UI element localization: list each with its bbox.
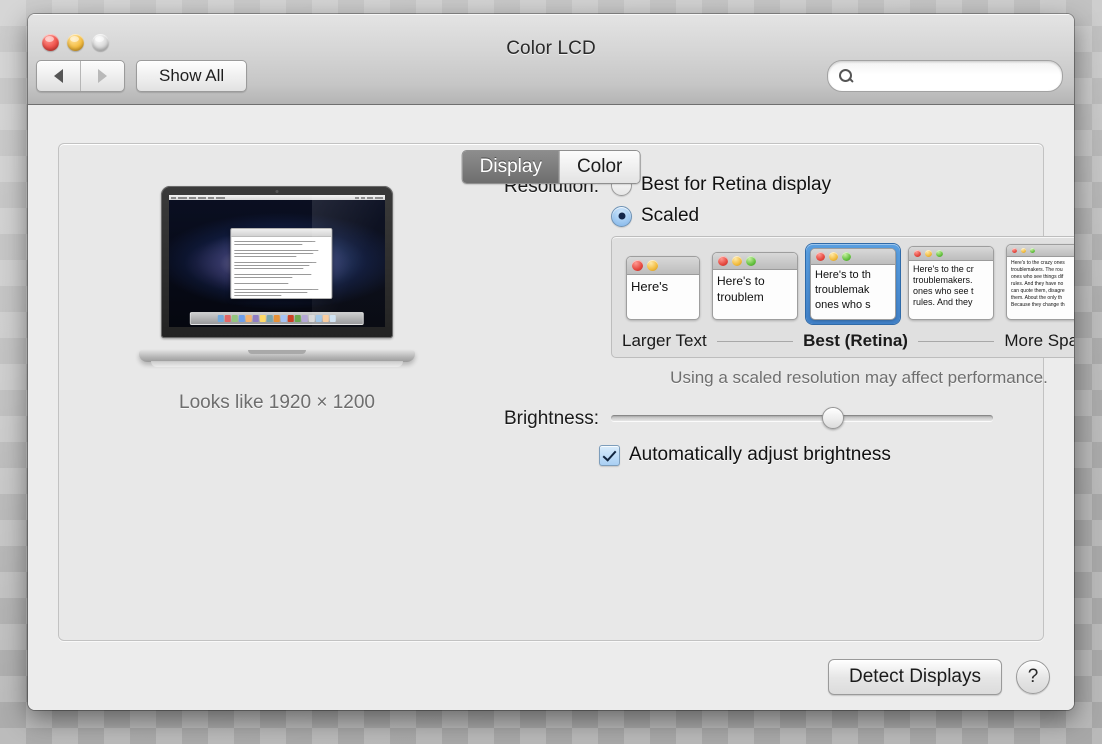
macbook-screen	[169, 195, 385, 327]
tab-display-label: Display	[479, 156, 542, 177]
search-input[interactable]	[860, 67, 1052, 85]
window-body: Display Color Looks like 1920 × 1200 Res…	[28, 105, 1074, 710]
preview-dock	[189, 312, 365, 325]
scale-thumbnail-list: Here's Here's to troublem Here's to th troub…	[622, 244, 1074, 324]
forward-button[interactable]	[80, 61, 124, 91]
camera-icon	[275, 190, 279, 193]
brightness-row: Brightness:	[459, 406, 1023, 430]
tab-color-label: Color	[576, 156, 623, 177]
scale-thumbnail-window: Here's to troublem	[712, 252, 798, 320]
display-preview: Looks like 1920 × 1200	[127, 186, 427, 414]
footer-actions: Detect Displays ?	[828, 659, 1050, 695]
traffic-light-dot	[647, 260, 658, 271]
auto-brightness-checkbox[interactable]	[599, 444, 620, 466]
scale-label-larger-text: Larger Text	[622, 331, 707, 350]
scale-thumbnail-text: Here's	[631, 279, 669, 294]
radio-icon-selected[interactable]	[611, 205, 632, 227]
scale-thumbnail-text: Here's to th troublemak ones who s	[815, 269, 871, 311]
scale-thumbnail-titlebar	[1007, 245, 1074, 257]
brightness-label: Brightness:	[503, 408, 599, 429]
search-icon	[839, 68, 854, 84]
scale-thumbnail-text: Here's to troublem	[717, 274, 765, 304]
preview-menubar	[169, 195, 385, 200]
show-all-button[interactable]: Show All	[136, 60, 248, 92]
search-field[interactable]	[827, 60, 1063, 92]
traffic-light-dot	[842, 252, 851, 261]
scale-thumbnail-text: Here's to the cr troublemakers. ones who s…	[913, 264, 974, 307]
traffic-light-dot	[829, 252, 838, 261]
scale-thumbnail-0[interactable]: Here's	[622, 252, 704, 324]
traffic-light-dot	[925, 250, 932, 257]
navigation-buttons	[36, 60, 125, 92]
radio-best-for-retina-label: Best for Retina display	[641, 174, 832, 195]
traffic-light-dot	[632, 260, 643, 271]
auto-brightness-row[interactable]: Automatically adjust brightness	[599, 444, 1023, 466]
detect-displays-button[interactable]: Detect Displays	[828, 659, 1002, 695]
help-icon: ?	[1027, 666, 1039, 687]
display-controls: Resolution: Best for Retina display Scal…	[459, 174, 1074, 466]
scale-thumbnail-titlebar	[713, 253, 797, 270]
radio-scaled-label: Scaled	[641, 205, 700, 226]
chevron-right-icon	[98, 69, 107, 83]
traffic-light-dot	[936, 250, 943, 257]
scale-label-more-space: More Space	[1004, 331, 1074, 350]
tab-bar: Display Color	[461, 150, 641, 184]
display-settings-panel: Looks like 1920 × 1200 Resolution: Best …	[58, 143, 1074, 641]
scale-thumbnail-window: Here's to th troublemak ones who s	[810, 248, 896, 320]
traffic-light-dot	[718, 256, 728, 266]
scale-thumbnail-4[interactable]: Here's to the crazy ones troublemakers. T…	[1002, 240, 1074, 324]
preview-document-window	[230, 228, 332, 299]
traffic-light-dot	[732, 256, 742, 266]
scale-thumbnail-window: Here's to the cr troublemakers. ones who s…	[908, 246, 994, 320]
scale-thumbnail-titlebar	[909, 247, 993, 261]
looks-like-label: Looks like 1920 × 1200	[179, 392, 375, 413]
traffic-light-dot	[1012, 248, 1017, 253]
scale-thumbnail-3[interactable]: Here's to the cr troublemakers. ones who s…	[904, 242, 998, 324]
auto-brightness-label: Automatically adjust brightness	[629, 444, 891, 465]
macbook-lid	[161, 186, 393, 338]
traffic-light-dot	[1021, 248, 1026, 253]
chevron-left-icon	[54, 69, 63, 83]
scaled-resolution-picker: Here's Here's to troublem Here's to th troub…	[611, 236, 1074, 358]
preview-document-titlebar	[231, 229, 331, 237]
brightness-slider-knob[interactable]	[821, 407, 844, 429]
scale-thumbnail-window: Here's	[626, 256, 700, 320]
scale-thumbnail-window: Here's to the crazy ones troublemakers. T…	[1006, 244, 1074, 320]
macbook-foot	[151, 361, 403, 367]
radio-best-for-retina[interactable]: Best for Retina display	[611, 174, 1074, 196]
scale-labels: Larger Text Best (Retina) More Space	[622, 331, 1074, 351]
macbook-notch	[248, 350, 306, 354]
scale-thumbnail-text: Here's to the crazy ones troublemakers. T…	[1011, 260, 1065, 308]
macbook-illustration	[139, 186, 415, 376]
scale-thumbnail-1[interactable]: Here's to troublem	[708, 248, 802, 324]
brightness-slider-track[interactable]	[611, 415, 993, 421]
traffic-light-dot	[746, 256, 756, 266]
tab-display[interactable]: Display	[462, 151, 559, 183]
resolution-row: Resolution: Best for Retina display Scal…	[459, 174, 1074, 388]
scale-thumbnail-titlebar	[627, 257, 699, 275]
scale-connector-left	[716, 340, 794, 342]
system-preferences-window: Color LCD Show All Display Color Looks l…	[28, 14, 1074, 710]
back-button[interactable]	[37, 61, 80, 91]
scale-label-best-retina: Best (Retina)	[803, 331, 908, 350]
scale-connector-right	[917, 340, 995, 342]
show-all-label: Show All	[159, 66, 225, 85]
scale-thumbnail-titlebar	[811, 249, 895, 265]
traffic-light-dot	[816, 252, 825, 261]
help-button[interactable]: ?	[1016, 660, 1050, 694]
performance-note: Using a scaled resolution may affect per…	[670, 368, 1048, 387]
scale-thumbnail-2[interactable]: Here's to th troublemak ones who s	[806, 244, 900, 324]
window-titlebar: Color LCD Show All	[28, 14, 1074, 105]
resolution-options: Best for Retina display Scaled Here's Her…	[611, 174, 1074, 388]
page-title: Color LCD	[506, 38, 596, 59]
detect-displays-label: Detect Displays	[849, 666, 981, 687]
traffic-light-dot	[914, 250, 921, 257]
radio-scaled[interactable]: Scaled	[611, 205, 1074, 227]
tab-color[interactable]: Color	[558, 151, 640, 183]
preview-document-text	[232, 237, 331, 298]
traffic-light-dot	[1030, 248, 1035, 253]
brightness-slider[interactable]	[611, 407, 993, 429]
